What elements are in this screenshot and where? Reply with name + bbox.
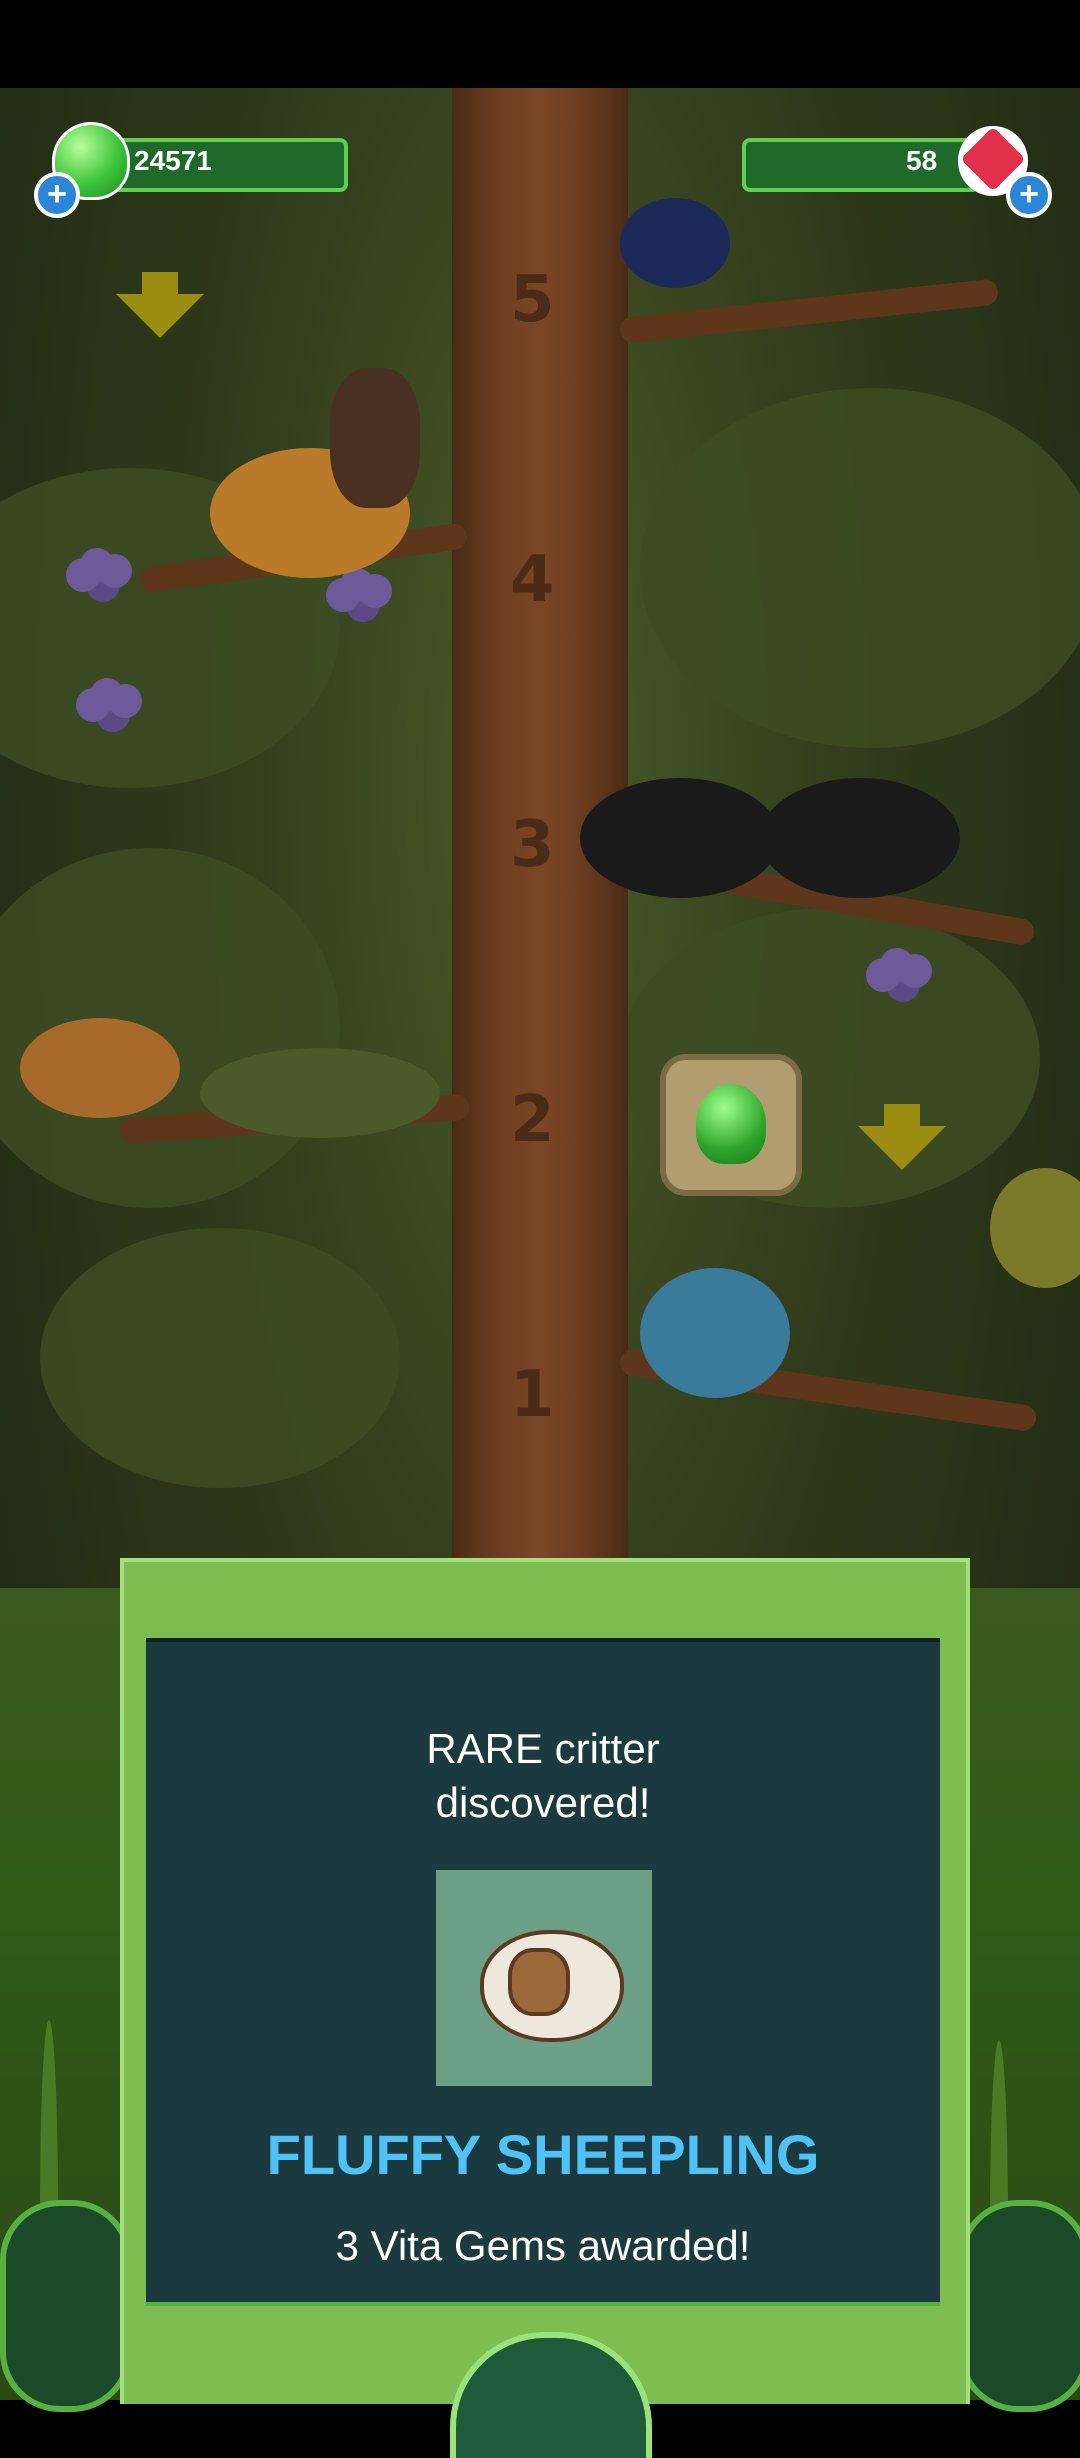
skunk-critter[interactable] [580,778,780,898]
map-button[interactable] [0,2200,132,2412]
critter-portrait [436,1870,652,2086]
green-gem-count: 24571 [134,145,212,176]
discovery-dialog: RARE critter discovered! FLUFFY SHEEPLIN… [120,1558,970,2458]
tree-level-4: 4 [510,543,555,617]
tree-level-2: 2 [510,1083,555,1157]
discovery-marker[interactable] [660,1054,802,1196]
fox-critter[interactable] [20,1018,180,1118]
branch [618,278,1000,344]
tree-level-5: 5 [510,263,555,337]
award-text: 3 Vita Gems awarded! [335,2222,751,2269]
vita-gem-count: 58 [906,145,938,176]
dialog-panel: RARE critter discovered! FLUFFY SHEEPLIN… [146,1638,940,2306]
foliage [640,388,1080,748]
frog-critter[interactable] [640,1268,790,1398]
crocodile-critter[interactable] [200,1048,440,1138]
vita-gem-counter[interactable] [742,138,980,192]
status-bar [0,0,1080,88]
down-arrow-icon [884,1104,920,1126]
spider-critter[interactable] [620,198,730,288]
down-arrow-icon[interactable] [858,1126,946,1170]
down-arrow-icon [142,272,178,294]
raccoon-tail [330,368,420,508]
discovery-headline: RARE critter discovered! [426,1725,660,1826]
tree-level-1: 1 [510,1358,555,1432]
add-green-gems-button[interactable]: + [34,172,80,218]
add-vita-gems-button[interactable]: + [1006,172,1052,218]
sheep-face [508,1948,570,2016]
foliage [40,1228,400,1488]
tree-level-3: 3 [510,808,555,882]
flower-cluster [90,678,124,712]
flower-cluster [80,548,114,582]
continue-button[interactable] [450,2332,652,2458]
down-arrow-icon[interactable] [116,294,204,338]
skunk-critter[interactable] [760,778,960,898]
green-gem-icon [696,1084,766,1164]
mushroom-critter[interactable] [990,1168,1080,1288]
critter-name: FLUFFY SHEEPLING [266,2123,820,2186]
house-button[interactable] [958,2200,1080,2412]
flower-cluster [880,948,914,982]
